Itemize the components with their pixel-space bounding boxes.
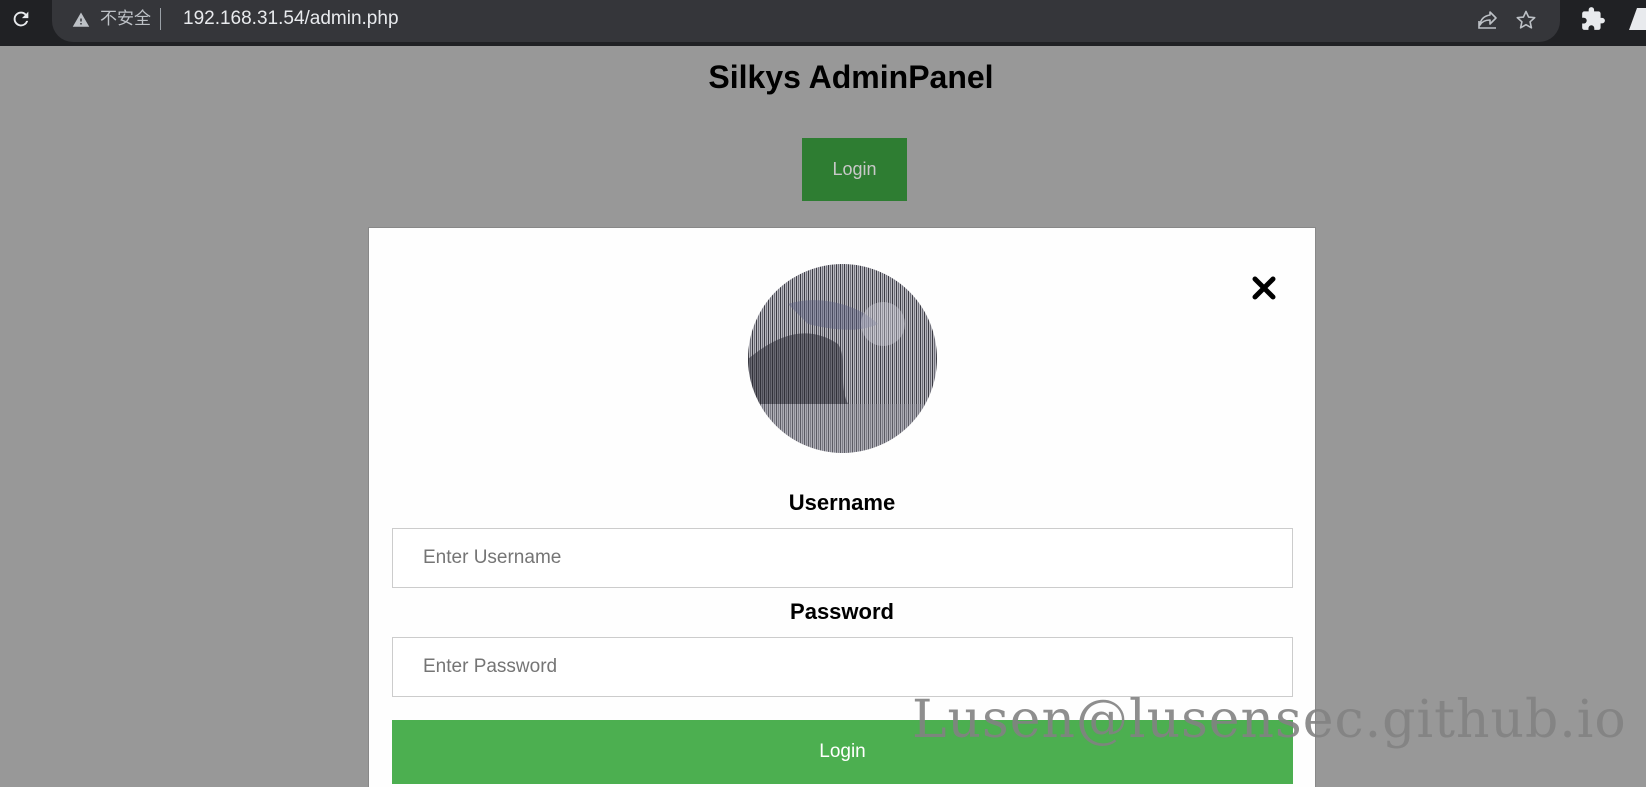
profile-icon[interactable]	[1627, 6, 1646, 32]
watermark: Lusen@lusensec.github.io	[912, 690, 1627, 750]
star-icon[interactable]	[1514, 8, 1538, 32]
page-title: Silkys AdminPanel	[708, 59, 994, 95]
username-label: Username	[788, 490, 896, 515]
password-label: Password	[790, 599, 894, 624]
url-divider	[160, 8, 161, 30]
avatar	[748, 264, 937, 453]
security-status[interactable]: 不安全	[100, 8, 151, 30]
url-text[interactable]: 192.168.31.54/admin.php	[183, 7, 399, 31]
close-icon[interactable]	[1251, 275, 1277, 301]
share-icon[interactable]	[1476, 8, 1500, 32]
username-input[interactable]	[392, 528, 1293, 588]
open-login-button[interactable]: Login	[802, 138, 907, 201]
extensions-icon[interactable]	[1580, 6, 1606, 32]
browser-toolbar: 不安全 192.168.31.54/admin.php	[0, 0, 1646, 46]
reload-icon[interactable]	[8, 6, 34, 32]
password-input[interactable]	[392, 637, 1293, 697]
address-bar[interactable]: 不安全 192.168.31.54/admin.php	[52, 0, 1560, 42]
warning-icon[interactable]	[72, 11, 90, 29]
